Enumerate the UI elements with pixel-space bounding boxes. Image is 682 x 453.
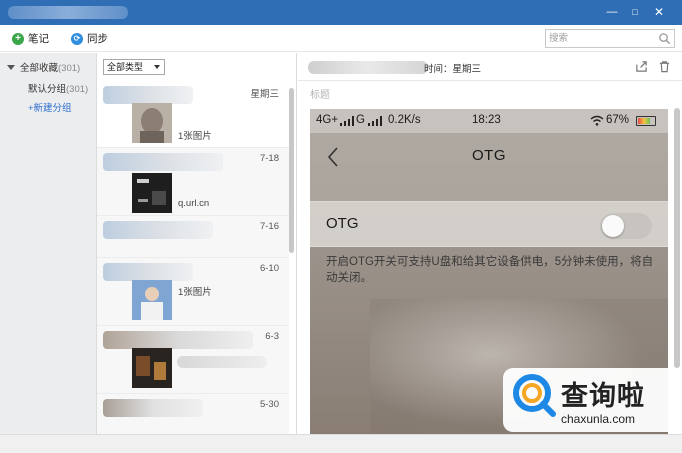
watermark-url: chaxunla.com (561, 412, 636, 426)
list-item[interactable]: 7-16 (97, 216, 289, 258)
plus-icon: + (12, 32, 24, 45)
list-item[interactable]: 星期三 1张图片 (97, 81, 289, 148)
sync-label: 同步 (87, 33, 108, 45)
magnifier-logo-icon (513, 374, 556, 417)
signal-icon (340, 116, 354, 126)
blurred-title (103, 221, 213, 239)
note-list: 全部类型 星期三 1张图片 7-18 q.url.cn 7-16 6-10 1张… (97, 53, 297, 434)
watermark-brand: 查询啦 (561, 381, 645, 412)
phone-nav-title: OTG (472, 147, 506, 164)
list-scrollbar[interactable] (289, 88, 294, 253)
blurred-title (103, 399, 203, 417)
network-speed: 0.2K/s (388, 114, 421, 126)
blurred-source (308, 61, 428, 74)
title-bar: — □ ✕ (0, 0, 682, 25)
thumbnail-image (132, 280, 172, 320)
list-item[interactable]: 5-30 (97, 394, 289, 434)
phone-clock: 18:23 (472, 114, 501, 126)
maximize-button[interactable]: □ (627, 4, 643, 20)
list-item[interactable]: 6-10 1张图片 (97, 258, 289, 326)
search-icon[interactable] (658, 32, 671, 45)
minimize-button[interactable]: — (604, 4, 620, 20)
thumbnail-image (132, 103, 172, 143)
title-field[interactable]: 标题 (310, 86, 330, 101)
blurred-text (177, 356, 267, 368)
otg-setting-row: OTG (310, 201, 668, 247)
new-note-label: 笔记 (28, 33, 49, 45)
sidebar-all-label: 全部收藏 (20, 63, 59, 74)
sidebar-item-default-group[interactable]: 默认分组(301) (28, 81, 88, 95)
blurred-title (103, 86, 193, 104)
otg-description: 开启OTG开关可支持U盘和给其它设备供电，5分钟未使用，将自动关闭。 (326, 256, 654, 284)
share-icon[interactable] (635, 60, 648, 73)
search-input[interactable] (546, 30, 656, 47)
note-date: 7-18 (259, 153, 279, 164)
search-box (545, 29, 675, 48)
note-date: 7-16 (259, 221, 279, 232)
toolbar: + 笔记 ⟳ 同步 (0, 25, 682, 52)
collapse-triangle-icon[interactable] (7, 65, 15, 70)
note-time: 时间：星期三 (424, 64, 482, 75)
battery-percent: 67% (606, 114, 630, 126)
phone-nav-bar: OTG (310, 133, 668, 201)
blurred-title (103, 331, 253, 349)
sidebar-all-count: (301) (58, 63, 81, 74)
sync-icon: ⟳ (71, 32, 83, 45)
list-item[interactable]: 7-18 q.url.cn (97, 148, 289, 216)
signal-icon (368, 116, 382, 126)
sidebar: 全部收藏(301) 默认分组(301) +新建分组 (0, 53, 97, 434)
window-title-blurred (8, 6, 128, 19)
sync-button[interactable]: ⟳ 同步 (71, 31, 108, 46)
battery-icon (636, 116, 656, 126)
note-date: 5-30 (259, 399, 279, 410)
list-item[interactable]: 6-3 (97, 326, 289, 394)
otg-toggle (600, 213, 652, 239)
type-filter-value: 全部类型 (107, 62, 144, 72)
network-indicator-2: G (356, 114, 365, 126)
watermark: 查询啦 chaxunla.com (503, 368, 677, 432)
phone-status-bar: 4G+ G 0.2K/s 18:23 67% (310, 109, 668, 133)
note-caption: 1张图片 (178, 131, 212, 142)
new-note-button[interactable]: + 笔记 (12, 31, 49, 46)
otg-setting-label: OTG (326, 215, 359, 232)
sidebar-default-label: 默认分组 (28, 84, 67, 95)
close-button[interactable]: ✕ (651, 4, 667, 20)
thumbnail-image (132, 348, 172, 388)
sidebar-item-all[interactable]: 全部收藏(301) (7, 60, 80, 74)
trash-icon[interactable] (658, 60, 671, 73)
note-caption: 1张图片 (178, 287, 212, 298)
thumbnail-image (132, 173, 172, 213)
blurred-title (103, 263, 193, 281)
detail-header: 时间：星期三 (298, 53, 682, 81)
status-bar (0, 434, 682, 453)
note-date: 6-10 (259, 263, 279, 274)
dropdown-arrow-icon (154, 65, 160, 69)
wifi-icon (590, 115, 604, 126)
blurred-title (103, 153, 223, 171)
detail-scrollbar[interactable] (674, 108, 680, 368)
sidebar-default-count: (301) (66, 84, 89, 95)
new-group-link[interactable]: +新建分组 (28, 100, 72, 114)
note-date: 6-3 (265, 331, 279, 342)
note-caption: q.url.cn (178, 198, 210, 209)
type-filter-select[interactable]: 全部类型 (103, 59, 165, 75)
network-indicator: 4G+ (316, 114, 339, 126)
note-date: 星期三 (250, 89, 279, 100)
